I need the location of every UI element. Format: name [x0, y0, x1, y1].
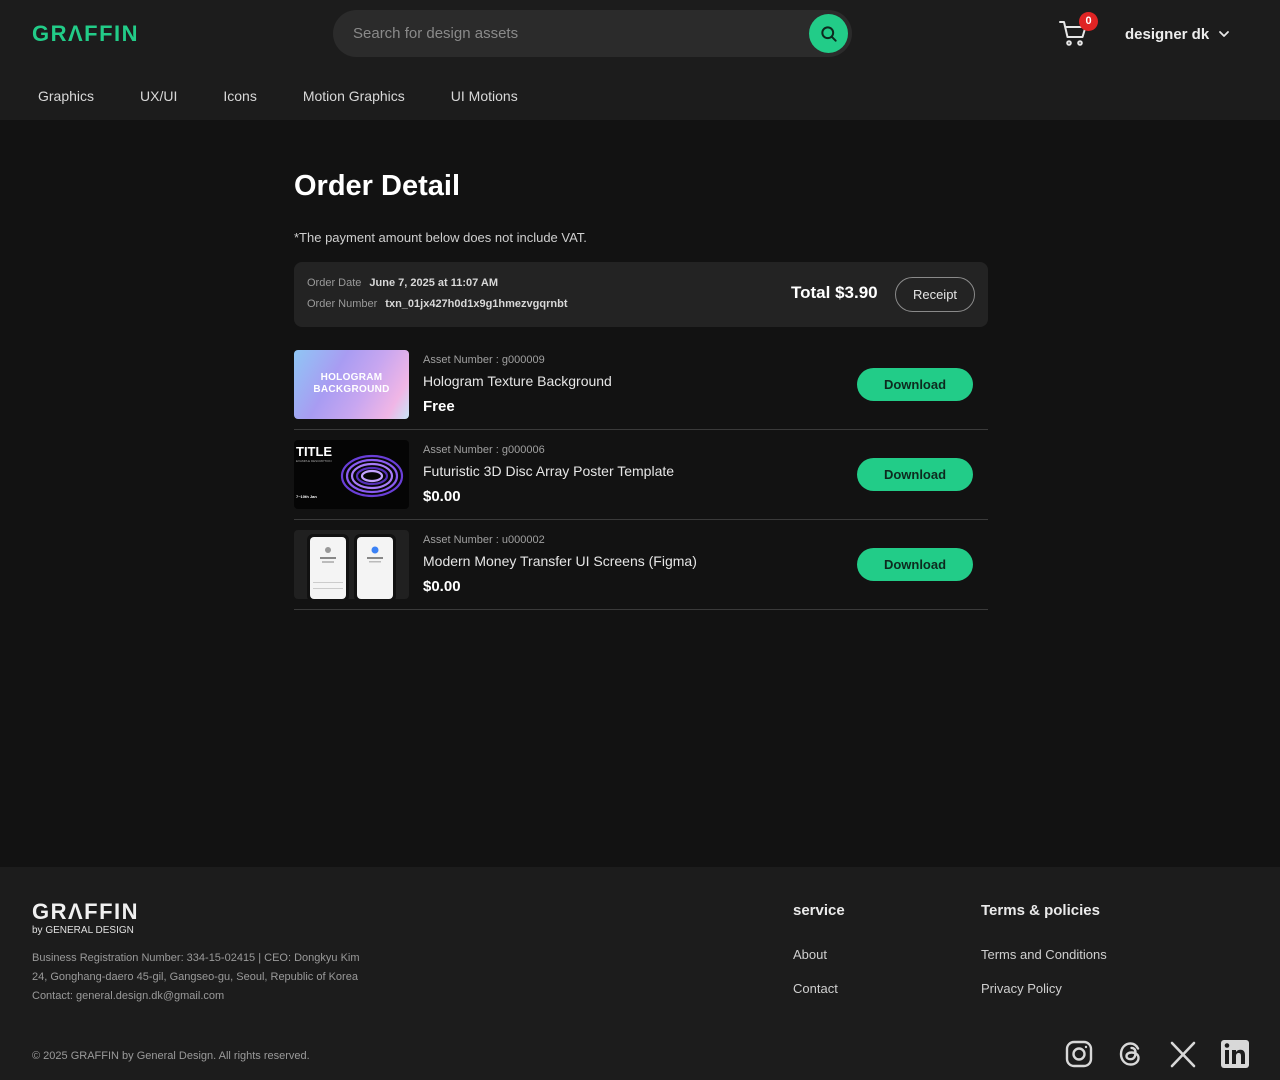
- footer-link-terms[interactable]: Terms and Conditions: [981, 947, 1107, 962]
- asset-title[interactable]: Hologram Texture Background: [423, 373, 612, 389]
- asset-thumbnail[interactable]: [294, 530, 409, 599]
- phone-mockup-graphic: [307, 534, 396, 599]
- category-nav: Graphics UX/UI Icons Motion Graphics UI …: [38, 84, 564, 108]
- nav-item-ux-ui[interactable]: UX/UI: [140, 88, 177, 104]
- site-footer: GRΛFFIN by GENERAL DESIGN Business Regis…: [0, 867, 1280, 1080]
- order-summary: Order Date June 7, 2025 at 11:07 AM Order…: [294, 262, 988, 327]
- order-date-row: Order Date June 7, 2025 at 11:07 AM: [307, 277, 498, 289]
- download-button[interactable]: Download: [857, 458, 973, 491]
- receipt-button[interactable]: Receipt: [895, 277, 975, 312]
- cart-count-badge: 0: [1079, 12, 1098, 31]
- chevron-down-icon: [1219, 31, 1230, 37]
- asset-thumbnail[interactable]: HOLOGRAM BACKGROUND: [294, 350, 409, 419]
- copyright: © 2025 GRAFFIN by General Design. All ri…: [32, 1050, 310, 1062]
- footer-link-contact[interactable]: Contact: [793, 981, 838, 996]
- order-date-label: Order Date: [307, 277, 362, 289]
- vat-note: *The payment amount below does not inclu…: [294, 230, 587, 245]
- footer-logo-subtitle: by GENERAL DESIGN: [32, 925, 134, 936]
- page-title: Order Detail: [294, 170, 460, 202]
- footer-logo[interactable]: GRΛFFIN: [32, 899, 139, 925]
- asset-price: $0.00: [423, 488, 461, 505]
- policies-heading: Terms & policies: [981, 902, 1100, 919]
- threads-icon[interactable]: [1116, 1039, 1146, 1069]
- nav-item-motion-graphics[interactable]: Motion Graphics: [303, 88, 405, 104]
- download-button[interactable]: Download: [857, 548, 973, 581]
- search-bar: [333, 10, 852, 57]
- order-date-value: June 7, 2025 at 11:07 AM: [369, 277, 499, 289]
- search-button[interactable]: [809, 14, 848, 53]
- x-icon[interactable]: [1168, 1039, 1198, 1069]
- search-input[interactable]: [353, 10, 803, 57]
- asset-price: $0.00: [423, 578, 461, 595]
- cart-button[interactable]: 0: [1058, 12, 1098, 50]
- asset-title[interactable]: Futuristic 3D Disc Array Poster Template: [423, 463, 674, 479]
- order-number-row: Order Number txn_01jx427h0d1x9g1hmezvgqrn…: [307, 298, 567, 310]
- business-info: Business Registration Number: 334-15-024…: [32, 952, 360, 964]
- contact-info: Contact: general.design.dk@gmail.com: [32, 990, 225, 1002]
- nav-item-graphics[interactable]: Graphics: [38, 88, 94, 104]
- footer-link-about[interactable]: About: [793, 947, 827, 962]
- nav-item-icons[interactable]: Icons: [223, 88, 256, 104]
- service-heading: service: [793, 902, 845, 919]
- order-total: Total $3.90: [791, 283, 878, 302]
- site-header: GRΛFFIN 0 designer dk Graphics UX/UI Ico…: [0, 0, 1280, 120]
- instagram-icon[interactable]: [1064, 1039, 1094, 1069]
- asset-price: Free: [423, 398, 455, 415]
- site-logo[interactable]: GRΛFFIN: [32, 18, 139, 50]
- thumbnail-text: HOLOGRAM: [320, 372, 383, 383]
- asset-number: Asset Number : g000009: [423, 354, 545, 366]
- user-name: designer dk: [1125, 25, 1210, 43]
- search-icon: [820, 25, 837, 42]
- disc-array-graphic: [340, 454, 404, 498]
- asset-thumbnail[interactable]: TITLE EXAMPLE DESCRIPTION 7~10th Jan: [294, 440, 409, 509]
- asset-title[interactable]: Modern Money Transfer UI Screens (Figma): [423, 553, 697, 569]
- address-info: 24, Gonghang-daero 45-gil, Gangseo-gu, S…: [32, 971, 358, 983]
- order-number-value: txn_01jx427h0d1x9g1hmezvgqrnbt: [385, 298, 568, 310]
- order-item: HOLOGRAM BACKGROUND Asset Number : g0000…: [294, 350, 988, 430]
- nav-item-ui-motions[interactable]: UI Motions: [451, 88, 518, 104]
- download-button[interactable]: Download: [857, 368, 973, 401]
- order-number-label: Order Number: [307, 298, 378, 310]
- order-item: Asset Number : u000002 Modern Money Tran…: [294, 530, 988, 610]
- footer-link-privacy[interactable]: Privacy Policy: [981, 981, 1062, 996]
- asset-number: Asset Number : g000006: [423, 444, 545, 456]
- linkedin-icon[interactable]: [1220, 1039, 1250, 1069]
- asset-number: Asset Number : u000002: [423, 534, 545, 546]
- user-menu[interactable]: designer dk: [1125, 22, 1231, 46]
- order-item: TITLE EXAMPLE DESCRIPTION 7~10th Jan Ass…: [294, 440, 988, 520]
- thumbnail-text: BACKGROUND: [313, 384, 390, 395]
